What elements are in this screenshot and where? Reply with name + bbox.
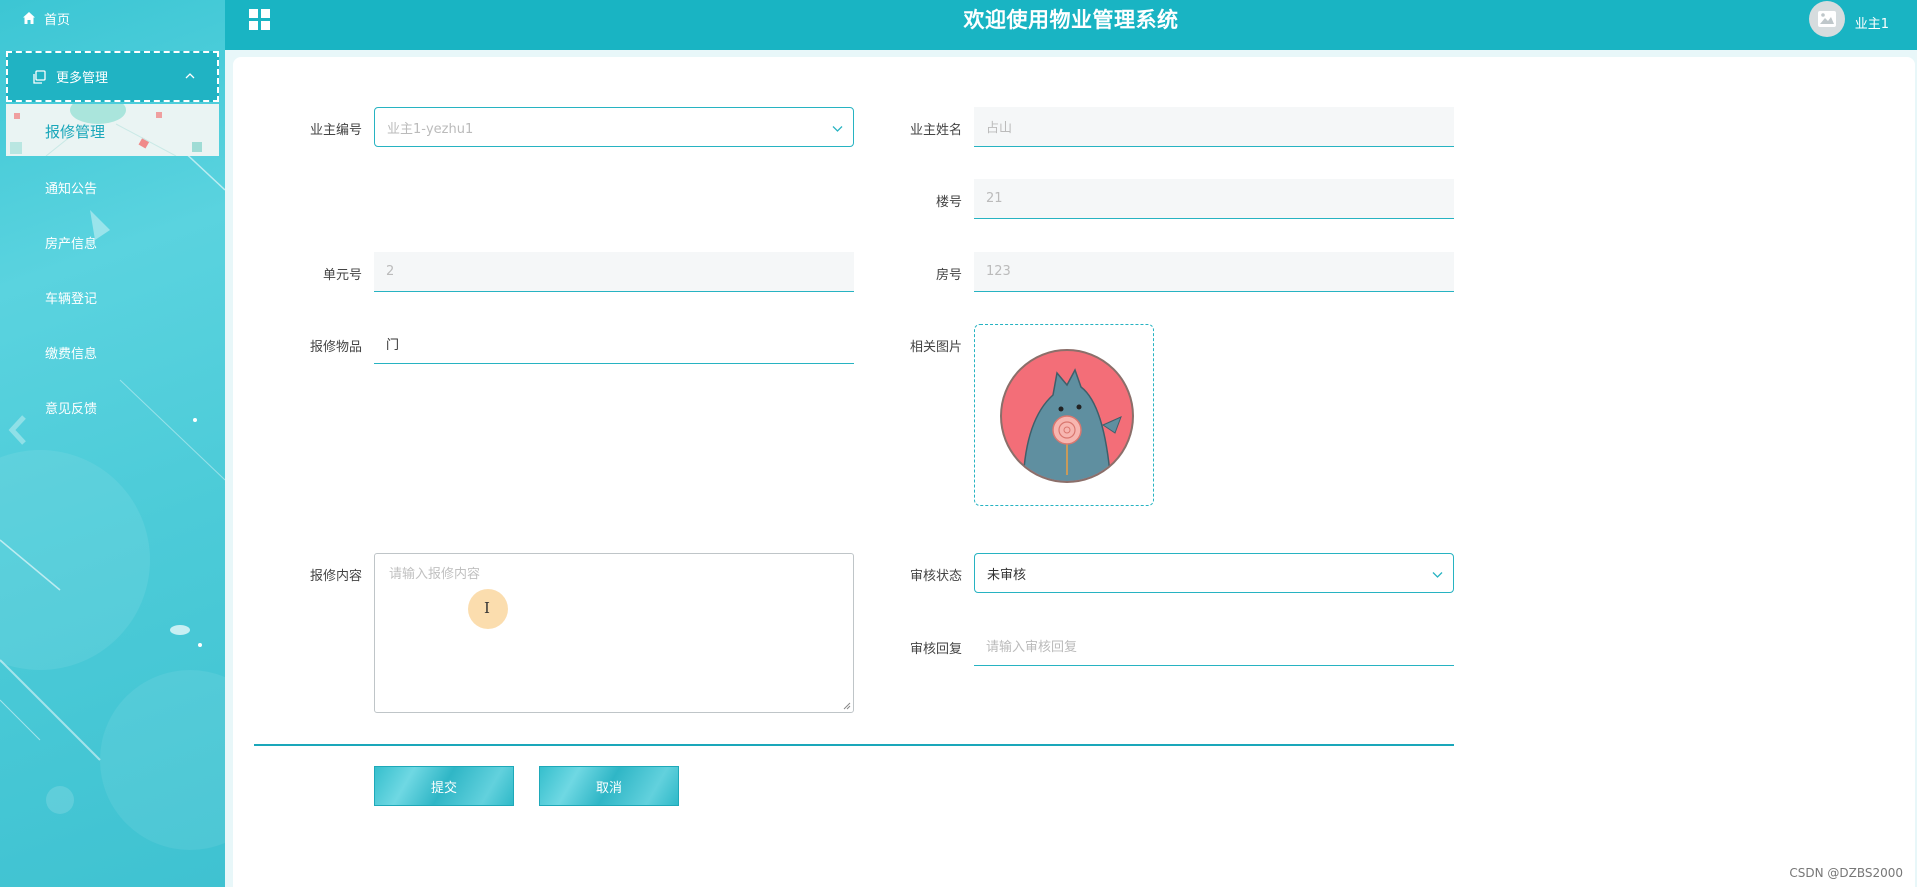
sidebar-group-label: 更多管理 [56, 71, 109, 86]
reply-placeholder: 请输入审核回复 [986, 640, 1078, 655]
sidebar-item-payment[interactable]: 缴费信息 [45, 343, 97, 362]
user-name[interactable]: 业主1 [1855, 13, 1889, 32]
reply-input[interactable]: 请输入审核回复 [974, 626, 1454, 666]
status-value: 未审核 [987, 567, 1027, 583]
owner-id-label: 业主编号 [309, 123, 362, 138]
chevron-down-icon [832, 126, 843, 132]
active-item-decoration [10, 104, 202, 156]
sidebar: 首页 更多管理 报修管理 通知公告 房产信息 车辆登记 缴费信息 意见反馈 [0, 0, 225, 887]
image-icon [1818, 11, 1836, 27]
owner-name-label: 业主姓名 [909, 123, 962, 138]
image-upload[interactable] [974, 324, 1154, 506]
sidebar-item-home[interactable]: 首页 [0, 0, 225, 36]
sidebar-item-repair[interactable]: 报修管理 [6, 104, 219, 156]
owner-name-value: 占山 [986, 121, 1013, 136]
sidebar-item-repair-label: 报修管理 [45, 123, 106, 141]
repair-content-placeholder: 请输入报修内容 [389, 567, 481, 582]
repair-content-label: 报修内容 [309, 569, 362, 584]
repair-item-field[interactable]: 门 [374, 324, 854, 364]
reply-label: 审核回复 [909, 642, 962, 657]
text-cursor-icon: I [484, 599, 490, 617]
copy-icon [33, 69, 46, 84]
building-field[interactable]: 21 [974, 179, 1454, 219]
owner-id-value: 业主1-yezhu1 [387, 121, 474, 137]
resize-handle-icon[interactable] [843, 702, 851, 710]
submit-button[interactable]: 提交 [374, 766, 514, 806]
building-label: 楼号 [935, 195, 962, 210]
sidebar-item-feedback[interactable]: 意见反馈 [45, 398, 97, 417]
sidebar-home-label: 首页 [44, 12, 71, 28]
unit-field[interactable]: 2 [374, 252, 854, 292]
repair-item-label: 报修物品 [309, 340, 362, 355]
page-title: 欢迎使用物业管理系统 [963, 8, 1179, 32]
avatar[interactable] [1809, 1, 1845, 37]
collapse-arrow-icon[interactable] [8, 415, 30, 445]
status-select[interactable]: 未审核 [974, 553, 1454, 593]
unit-value: 2 [386, 264, 395, 279]
watermark: CSDN @DZBS2000 [1789, 866, 1903, 880]
image-label: 相关图片 [909, 340, 962, 355]
room-field[interactable]: 123 [974, 252, 1454, 292]
room-label: 房号 [935, 268, 962, 283]
dragon-avatar-image [1000, 349, 1134, 483]
top-header: 欢迎使用物业管理系统 业主1 [225, 0, 1917, 50]
chevron-down-icon [1432, 572, 1443, 578]
cancel-button[interactable]: 取消 [539, 766, 679, 806]
sidebar-item-notice[interactable]: 通知公告 [45, 178, 97, 197]
unit-label: 单元号 [322, 268, 362, 283]
owner-name-field[interactable]: 占山 [974, 107, 1454, 147]
repair-item-value: 门 [386, 338, 400, 353]
home-icon [23, 12, 35, 24]
sidebar-item-vehicle[interactable]: 车辆登记 [45, 288, 97, 307]
chevron-up-icon [185, 73, 195, 79]
owner-id-select[interactable]: 业主1-yezhu1 [374, 107, 854, 147]
sidebar-item-property[interactable]: 房产信息 [45, 233, 97, 252]
sidebar-group-more[interactable]: 更多管理 [6, 51, 219, 102]
building-value: 21 [986, 191, 1003, 206]
form-divider [254, 744, 1454, 746]
status-label: 审核状态 [909, 569, 962, 584]
room-value: 123 [986, 264, 1011, 279]
repair-content-textarea[interactable]: 请输入报修内容 [374, 553, 854, 713]
